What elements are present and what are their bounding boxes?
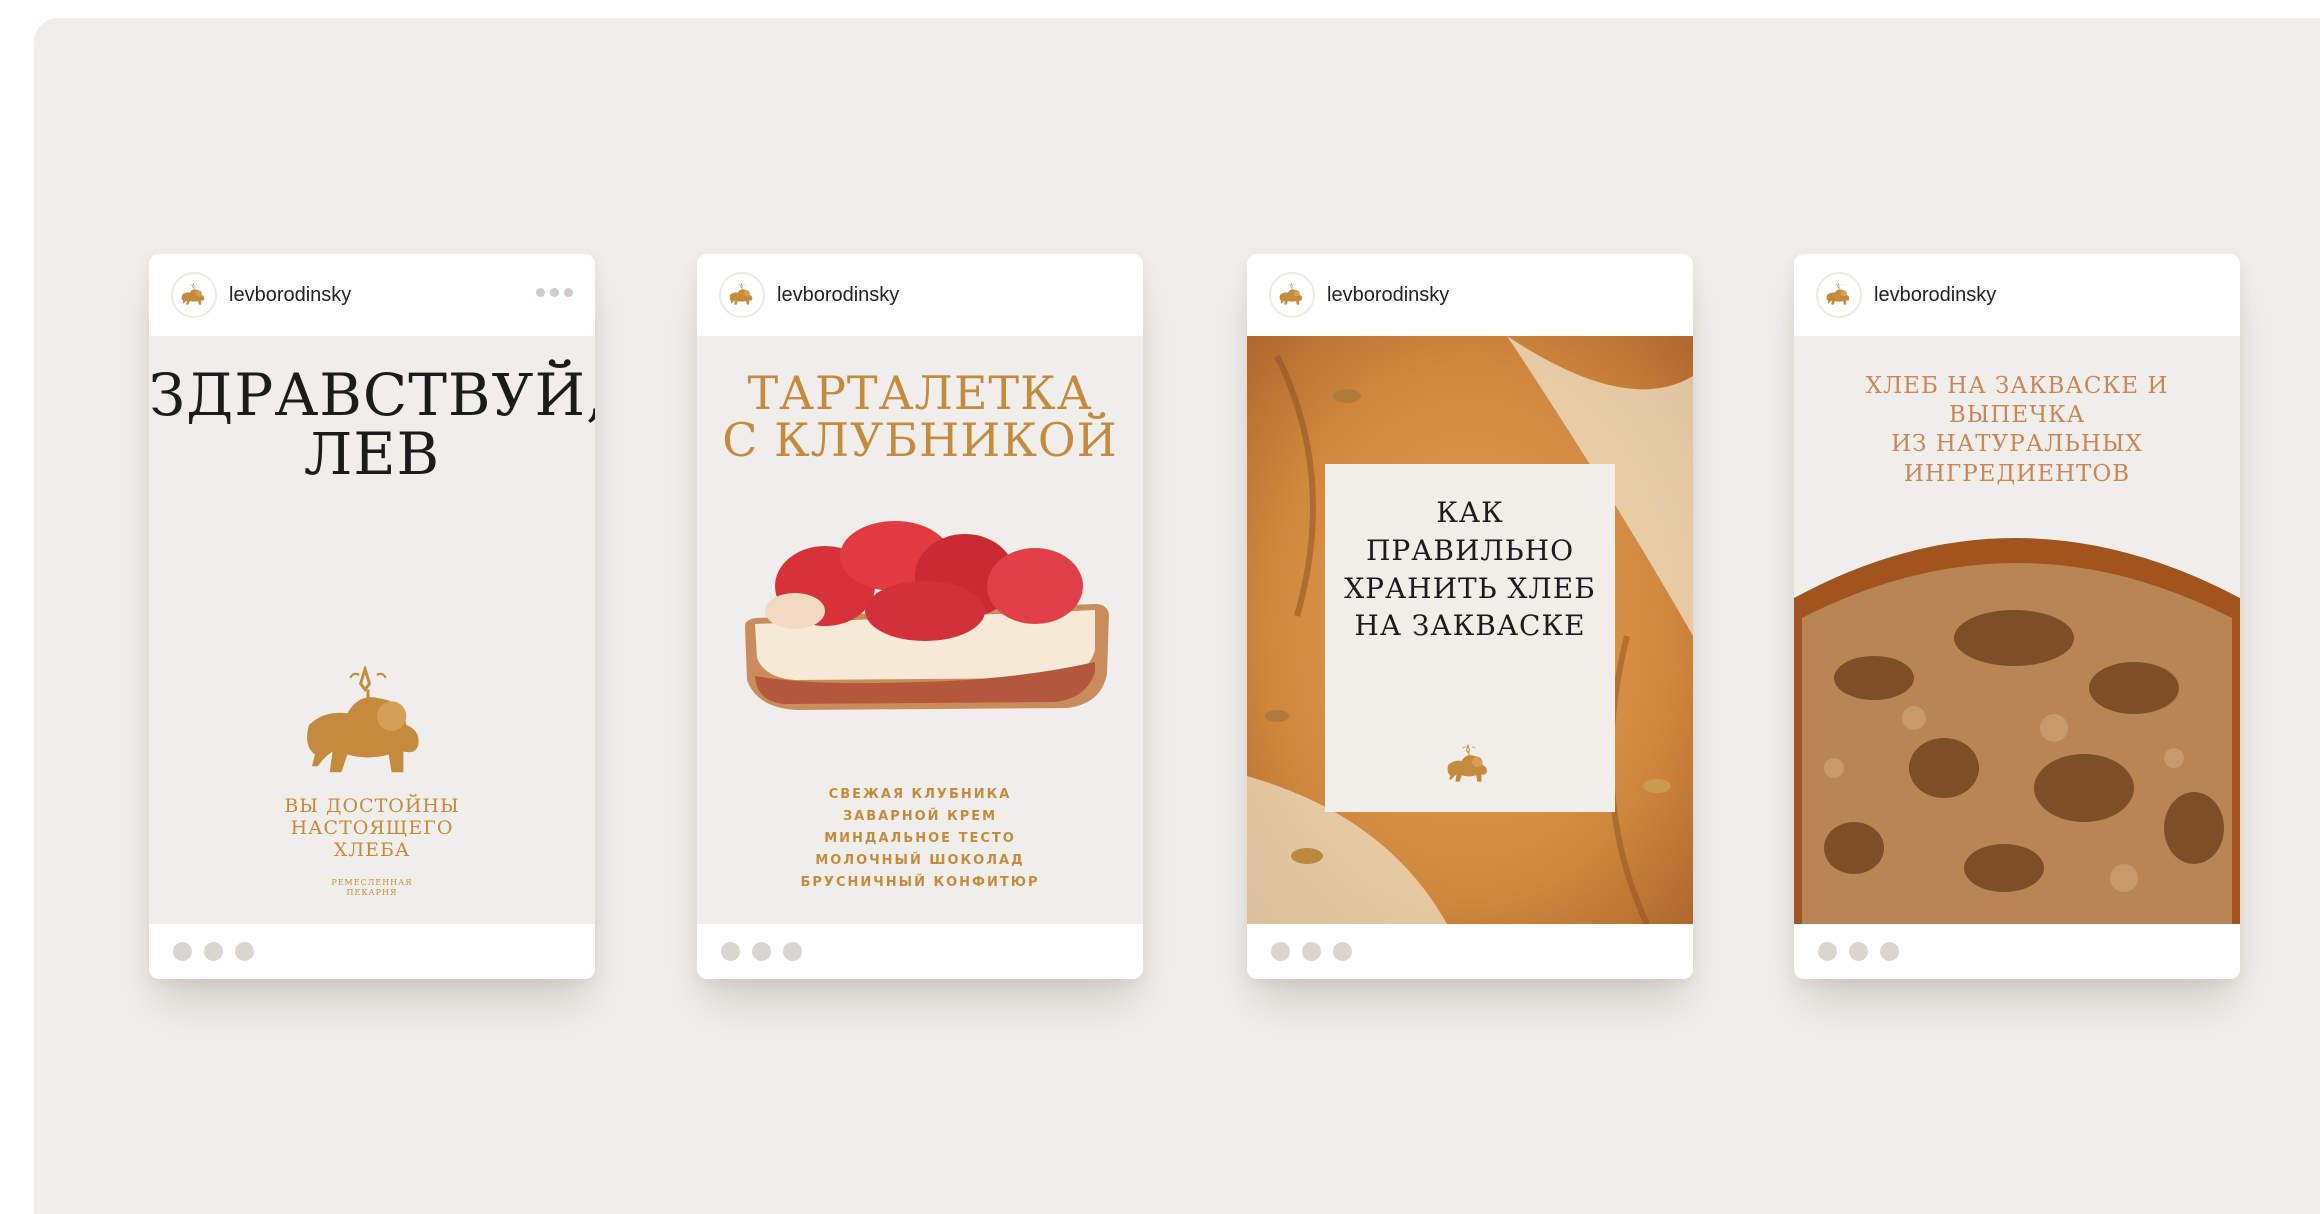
ingredient-item: МОЛОЧНЫЙ ШОКОЛАД <box>815 853 1025 868</box>
ingredient-item: СВЕЖАЯ КЛУБНИКА <box>828 787 1012 802</box>
username-link[interactable]: levborodinsky <box>229 284 351 307</box>
lion-emblem-icon <box>1443 744 1495 786</box>
pagination-dot[interactable] <box>783 942 802 961</box>
post-image: Хлеб на закваске и выпечка из натуральны… <box>1794 336 2240 924</box>
post-image: Тарталетка с клубникой СВЕЖАЯ КЛУБНИКА З… <box>697 336 1143 924</box>
post-header: levborodinsky <box>697 254 1143 336</box>
post-image: Здравствуй, лев Вы достойны настоящего х… <box>149 336 595 924</box>
post-title: Как правильно хранить хлеб на закваске <box>1325 494 1615 645</box>
pagination-dot[interactable] <box>1880 942 1899 961</box>
ingredient-item: МИНДАЛЬНОЕ ТЕСТО <box>824 831 1016 846</box>
post-tagline: Вы достойны настоящего хлеба <box>149 795 595 862</box>
pagination-dot[interactable] <box>235 942 254 961</box>
pagination-dot[interactable] <box>173 942 192 961</box>
title-line: хранить хлеб <box>1344 571 1596 605</box>
post-footer <box>1247 924 1693 979</box>
caption-line: ремесленная <box>331 878 413 887</box>
username-link[interactable]: levborodinsky <box>1874 284 1996 307</box>
post-header: levborodinsky <box>1794 254 2240 336</box>
lion-logo-icon[interactable] <box>719 272 765 318</box>
text-panel: Как правильно хранить хлеб на закваске <box>1325 464 1615 812</box>
title-line: Как <box>1436 496 1504 529</box>
pagination-dot[interactable] <box>752 942 771 961</box>
title-line: лев <box>303 420 441 489</box>
title-line: правильно <box>1365 533 1575 567</box>
post-title: Хлеб на закваске и выпечка из натуральны… <box>1814 372 2220 489</box>
lion-logo-icon[interactable] <box>1816 272 1862 318</box>
post-card-hello-lion[interactable]: levborodinsky Здравствуй, лев Вы достойн… <box>149 254 595 979</box>
pagination-dot[interactable] <box>1302 942 1321 961</box>
post-image: Как правильно хранить хлеб на закваске <box>1247 336 1693 924</box>
title-line: ингредиентов <box>1903 460 2131 487</box>
lion-logo-icon[interactable] <box>1269 272 1315 318</box>
lion-emblem-icon <box>293 666 443 784</box>
ingredient-list: СВЕЖАЯ КЛУБНИКА ЗАВАРНОЙ КРЕМ МИНДАЛЬНОЕ… <box>697 784 1143 894</box>
lion-logo-icon[interactable] <box>171 272 217 318</box>
tagline-line: хлеба <box>333 838 411 861</box>
username-link[interactable]: levborodinsky <box>1327 284 1449 307</box>
tagline-line: Вы достойны <box>284 795 460 817</box>
post-footer <box>149 924 595 979</box>
title-line: из натуральных <box>1891 431 2143 458</box>
ingredient-item: ЗАВАРНОЙ КРЕМ <box>842 809 998 824</box>
post-small-caption: ремесленная пекарня <box>149 878 595 897</box>
more-dots-icon[interactable] <box>536 288 573 297</box>
post-footer <box>1794 924 2240 979</box>
tagline-line: настоящего <box>290 816 454 839</box>
title-line: на закваске <box>1354 609 1586 643</box>
post-title: Тарталетка с клубникой <box>697 370 1143 464</box>
post-card-sourdough-bread[interactable]: levborodinsky Хлеб на закваске и выпечка… <box>1794 254 2240 979</box>
post-header: levborodinsky <box>1247 254 1693 336</box>
post-card-strawberry-tart[interactable]: levborodinsky Тарталетка с клубникой СВЕ… <box>697 254 1143 979</box>
pagination-dot[interactable] <box>721 942 740 961</box>
pagination-dot[interactable] <box>1818 942 1837 961</box>
title-line: Здравствуй, <box>149 361 595 429</box>
post-card-bread-storage[interactable]: levborodinsky Как правильно <box>1247 254 1693 979</box>
title-line: Хлеб на закваске и выпечка <box>1865 373 2169 429</box>
title-line: с клубникой <box>722 412 1118 467</box>
pagination-dot[interactable] <box>1333 942 1352 961</box>
pagination-dot[interactable] <box>1271 942 1290 961</box>
title-line: Тарталетка <box>747 366 1093 420</box>
ingredient-item: БРУСНИЧНЫЙ КОНФИТЮР <box>800 875 1040 890</box>
post-title: Здравствуй, лев <box>149 361 595 489</box>
username-link[interactable]: levborodinsky <box>777 284 899 307</box>
pagination-dot[interactable] <box>204 942 223 961</box>
sourdough-loaf-image <box>1794 538 2240 924</box>
strawberry-tart-image <box>745 521 1109 710</box>
post-header: levborodinsky <box>149 254 595 336</box>
post-footer <box>697 924 1143 979</box>
pagination-dot[interactable] <box>1849 942 1868 961</box>
caption-line: пекарня <box>346 887 398 897</box>
